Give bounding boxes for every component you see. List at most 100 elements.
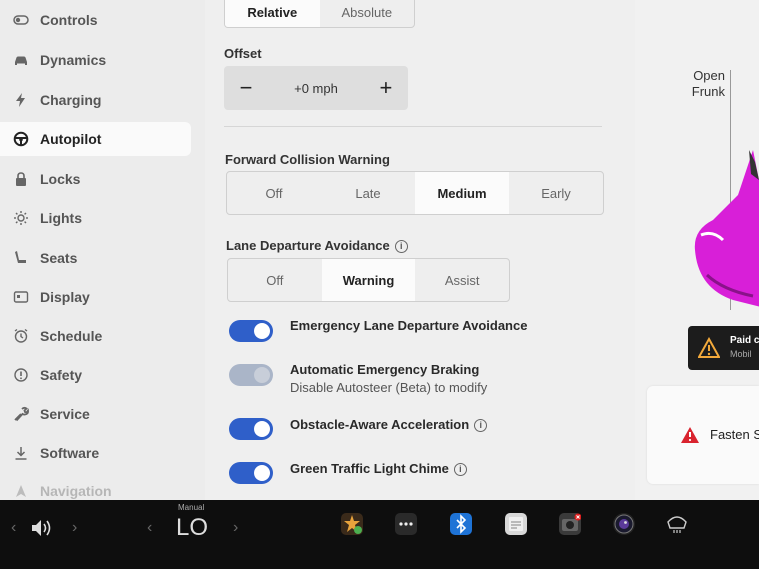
offset-mode-selector: Relative Absolute — [224, 0, 415, 28]
seatbelt-alert-card[interactable]: Fasten S — [647, 386, 759, 484]
settings-screen: Controls Dynamics Charging Autopilot Loc… — [0, 0, 759, 500]
offset-value: +0 mph — [294, 80, 338, 96]
more-icon[interactable] — [395, 513, 417, 535]
download-icon — [12, 444, 30, 462]
green-light-chime-label-text: Green Traffic Light Chime — [290, 461, 449, 476]
green-light-chime-toggle[interactable] — [229, 462, 273, 484]
obstacle-aware-label: Obstacle-Aware Acceleration i — [290, 417, 488, 433]
lda-option-off[interactable]: Off — [228, 259, 322, 301]
warning-icon — [698, 337, 720, 358]
sidebar-item-service[interactable]: Service — [0, 397, 191, 431]
lda-option-assist[interactable]: Assist — [415, 259, 509, 301]
open-frunk-line2: Frunk — [691, 84, 725, 99]
seat-icon — [12, 249, 30, 267]
sidebar-item-controls[interactable]: Controls — [0, 3, 191, 37]
emergency-lda-label: Emergency Lane Departure Avoidance — [290, 318, 528, 333]
bluetooth-icon[interactable] — [450, 513, 472, 535]
open-frunk-button[interactable]: Open Frunk — [683, 68, 725, 100]
sidebar-item-display[interactable]: Display — [0, 280, 191, 314]
lock-icon — [12, 170, 30, 188]
volume-icon[interactable] — [30, 518, 56, 538]
lda-label: Lane Departure Avoidance i — [226, 238, 408, 254]
fcw-label: Forward Collision Warning — [225, 152, 390, 167]
sidebar-item-label: Service — [40, 406, 90, 422]
lda-info-icon[interactable]: i — [394, 240, 408, 254]
section-divider — [224, 126, 602, 127]
sidebar-item-label: Controls — [40, 12, 98, 28]
sidebar-item-label: Safety — [40, 367, 83, 383]
offset-stepper: − +0 mph + — [224, 66, 408, 110]
car-visualization-panel: Open Frunk Paid c Mobil Fasten S — [635, 0, 759, 500]
camera-app-icon[interactable] — [613, 513, 635, 535]
lda-option-warning[interactable]: Warning — [321, 259, 416, 301]
open-frunk-line1: Open — [693, 68, 725, 83]
sidebar-item-charging[interactable]: Charging — [0, 83, 191, 117]
sidebar-item-locks[interactable]: Locks — [0, 162, 191, 196]
sidebar-item-software[interactable]: Software — [0, 436, 191, 470]
car-model-image — [694, 150, 759, 307]
steering-wheel-icon — [12, 130, 30, 148]
info-circle-icon — [12, 366, 30, 384]
obstacle-aware-label-text: Obstacle-Aware Acceleration — [290, 417, 470, 432]
sidebar-item-dynamics[interactable]: Dynamics — [0, 43, 191, 77]
toggle-icon — [12, 11, 30, 29]
offset-decrease-button[interactable]: − — [234, 75, 258, 101]
sidebar-item-label: Charging — [40, 92, 102, 108]
obstacle-aware-toggle[interactable] — [229, 418, 273, 440]
toggle-knob — [254, 323, 270, 339]
sidebar-item-label: Software — [40, 445, 100, 461]
toggle-knob — [254, 421, 270, 437]
sidebar-item-safety[interactable]: Safety — [0, 358, 191, 392]
lda-label-text: Lane Departure Avoidance — [226, 238, 390, 253]
car-icon — [12, 51, 30, 69]
alert-triangle-icon — [681, 427, 699, 443]
aeb-label-text: Automatic Emergency Braking — [290, 362, 480, 377]
green-light-chime-label: Green Traffic Light Chime i — [290, 461, 467, 477]
sidebar-item-label: Lights — [40, 210, 82, 226]
volume-down-chevron[interactable]: ‹ — [11, 519, 16, 537]
aeb-label: Automatic Emergency Braking Disable Auto… — [290, 362, 487, 395]
climate-mode-label: Manual — [178, 503, 205, 512]
bottom-control-bar: ‹ › ‹ Manual LO › — [0, 500, 759, 569]
temp-down-chevron[interactable]: ‹ — [147, 519, 152, 537]
lightning-icon — [12, 91, 30, 109]
sidebar-item-label: Display — [40, 289, 90, 305]
fcw-selector: Off Late Medium Early — [226, 171, 604, 215]
sidebar-item-label: Seats — [40, 250, 78, 266]
sidebar-item-schedule[interactable]: Schedule — [0, 319, 191, 353]
sidebar-item-label: Locks — [40, 171, 81, 187]
toggle-knob — [254, 367, 270, 383]
fcw-option-early[interactable]: Early — [509, 172, 603, 214]
paid-connectivity-notice[interactable]: Paid c Mobil — [688, 326, 759, 370]
obstacle-aware-info-icon[interactable]: i — [474, 419, 488, 433]
sidebar-item-label: Navigation — [40, 483, 112, 499]
offset-label: Offset — [224, 46, 262, 61]
offset-increase-button[interactable]: + — [374, 75, 398, 101]
fcw-option-off[interactable]: Off — [227, 172, 321, 214]
wrench-icon — [12, 405, 30, 423]
volume-up-chevron[interactable]: › — [72, 519, 77, 537]
fcw-option-late[interactable]: Late — [321, 172, 415, 214]
sidebar-item-autopilot[interactable]: Autopilot — [0, 122, 191, 156]
clock-icon — [12, 327, 30, 345]
temp-up-chevron[interactable]: › — [233, 519, 238, 537]
dashcam-icon[interactable] — [559, 513, 582, 535]
seatbelt-alert-text: Fasten S — [710, 427, 759, 442]
notes-icon[interactable] — [505, 513, 527, 535]
display-icon — [12, 288, 30, 306]
green-light-chime-info-icon[interactable]: i — [453, 463, 467, 477]
toybox-icon[interactable] — [341, 513, 363, 535]
sidebar-item-lights[interactable]: Lights — [0, 201, 191, 235]
offset-mode-absolute[interactable]: Absolute — [320, 0, 415, 27]
fcw-option-medium[interactable]: Medium — [415, 172, 509, 214]
sidebar-item-seats[interactable]: Seats — [0, 241, 191, 275]
aeb-sublabel: Disable Autosteer (Beta) to modify — [290, 380, 488, 395]
notice-subtitle: Mobil — [730, 349, 752, 359]
settings-sidebar: Controls Dynamics Charging Autopilot Loc… — [0, 0, 205, 500]
emergency-lda-toggle[interactable] — [229, 320, 273, 342]
sidebar-item-label: Autopilot — [40, 131, 102, 147]
offset-mode-relative[interactable]: Relative — [225, 0, 320, 27]
sidebar-item-label: Dynamics — [40, 52, 107, 68]
rear-defrost-icon[interactable] — [666, 514, 688, 534]
temperature-readout[interactable]: LO — [176, 514, 208, 542]
